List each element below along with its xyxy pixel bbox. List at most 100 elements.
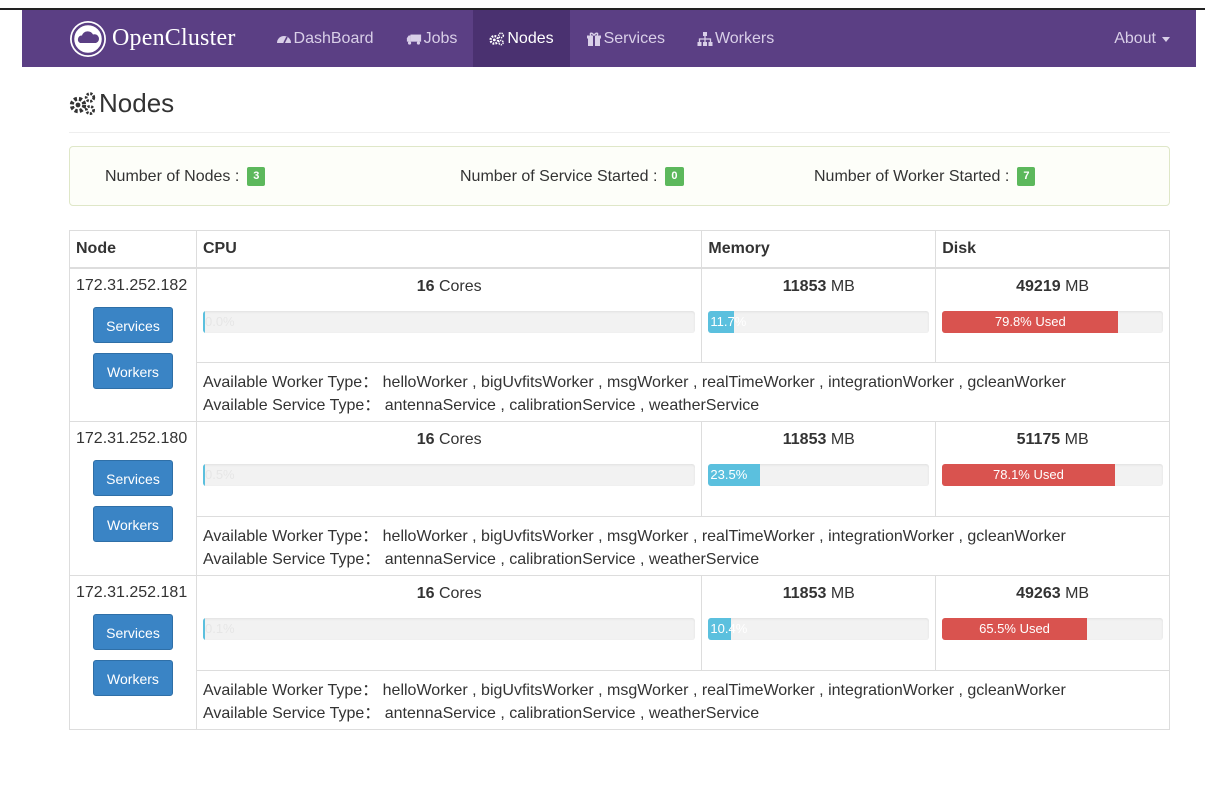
cpu-progress: 0.0% <box>202 310 696 333</box>
column-header-node: Node <box>69 230 197 269</box>
memory-progress-bar: 23.5% <box>708 464 761 486</box>
node-cell: 172.31.252.180 Services Workers <box>69 421 197 576</box>
cpu-progress-bar: 0.0% <box>202 310 235 333</box>
column-header-disk: Disk <box>935 230 1170 269</box>
memory-progress-bar: 10.4% <box>708 618 747 640</box>
workers-button[interactable]: Workers <box>92 352 173 389</box>
worker-count-badge: 7 <box>1017 167 1036 186</box>
memory-unit: MB <box>826 585 855 602</box>
about-dropdown[interactable]: About <box>1114 10 1170 67</box>
dashboard-icon <box>276 31 292 47</box>
worker-count-stat: Number of Worker Started : 7 <box>814 167 1036 186</box>
worker-types-list: helloWorker , bigUvfitsWorker , msgWorke… <box>382 528 1066 545</box>
memory-progress: 11.7% <box>708 310 930 333</box>
navbar: OpenCluster DashBoard Jobs Nodes Service… <box>22 10 1196 67</box>
worker-types-label: Available Worker Type： <box>202 682 379 699</box>
cpu-cell: 16 Cores 0.1% <box>195 575 703 671</box>
node-ip: 172.31.252.180 <box>76 430 188 447</box>
nav-item-label: DashBoard <box>293 29 374 47</box>
disk-value: 49219 <box>1016 277 1061 295</box>
nav-item-nodes[interactable]: Nodes <box>473 10 570 67</box>
cogs-icon <box>489 31 505 47</box>
memory-total: 11853 MB <box>708 430 929 450</box>
cpu-cell: 16 Cores 0.0% <box>195 267 703 363</box>
memory-total: 11853 MB <box>708 584 929 604</box>
column-header-memory: Memory <box>701 230 937 269</box>
brand-link[interactable]: OpenCluster <box>70 10 236 67</box>
summary-panel: Number of Nodes : 3 Number of Service St… <box>69 146 1170 206</box>
worker-count-label: Number of Worker Started : <box>814 167 1010 185</box>
node-ip: 172.31.252.182 <box>76 276 188 294</box>
node-types-row: Available Worker Type： helloWorker , big… <box>70 670 1171 730</box>
service-count-stat: Number of Service Started : 0 <box>460 167 684 186</box>
nav-item-label: Workers <box>714 29 775 47</box>
nav-item-jobs[interactable]: Jobs <box>390 10 474 67</box>
service-types-list: antennaService , calibrationService , we… <box>384 705 760 722</box>
cpu-cell: 16 Cores 0.5% <box>195 421 703 517</box>
nav-item-label: Jobs <box>423 29 458 47</box>
cpu-cores: 16 Cores <box>203 584 695 604</box>
cpu-cores-unit: Cores <box>434 585 482 602</box>
node-stats-row: 172.31.252.182 Services Workers 16 Cores… <box>69 267 1170 422</box>
disk-total: 51175 MB <box>942 430 1163 450</box>
services-button[interactable]: Services <box>92 614 173 650</box>
service-count-label: Number of Service Started : <box>460 167 658 185</box>
disk-unit: MB <box>1060 277 1090 295</box>
cpu-cores-unit: Cores <box>434 277 482 295</box>
worker-types-list: helloWorker , bigUvfitsWorker , msgWorke… <box>382 374 1066 391</box>
cpu-progress-bar: 0.1% <box>202 618 235 640</box>
memory-total: 11853 MB <box>708 277 929 297</box>
worker-types: Available Worker Type： helloWorker , big… <box>203 525 1163 548</box>
worker-types-list: helloWorker , bigUvfitsWorker , msgWorke… <box>382 682 1066 699</box>
memory-unit: MB <box>826 277 855 295</box>
disk-progress: 78.1% Used <box>942 464 1163 486</box>
cpu-cores-value: 16 <box>416 585 435 602</box>
memory-unit: MB <box>826 431 855 448</box>
disk-progress: 79.8% Used <box>942 310 1163 333</box>
memory-value: 11853 <box>782 431 827 448</box>
node-cell: 172.31.252.181 Services Workers <box>69 575 197 730</box>
page-title: Nodes <box>69 88 174 119</box>
service-types-label: Available Service Type： <box>202 551 381 568</box>
main-nav: DashBoard Jobs Nodes Services Workers <box>260 10 791 67</box>
cloud-logo-icon <box>70 20 106 57</box>
disk-progress-bar: 78.1% Used <box>942 464 1115 486</box>
service-types-label: Available Service Type： <box>202 397 381 414</box>
cpu-progress-bar: 0.5% <box>202 464 235 486</box>
about-label: About <box>1114 29 1156 47</box>
nav-item-label: Nodes <box>507 29 554 47</box>
cogs-icon <box>69 91 97 117</box>
memory-cell: 11853 MB 11.7% <box>701 267 937 363</box>
nodes-count-badge: 3 <box>247 167 266 186</box>
nav-item-dashboard[interactable]: DashBoard <box>260 10 390 67</box>
service-count-badge: 0 <box>665 167 684 186</box>
disk-cell: 49219 MB 79.8% Used <box>935 267 1170 363</box>
services-button[interactable]: Services <box>92 306 173 343</box>
service-types: Available Service Type： antennaService ,… <box>203 394 1163 417</box>
disk-cell: 49263 MB 65.5% Used <box>935 575 1170 671</box>
service-types-list: antennaService , calibrationService , we… <box>384 551 760 568</box>
nodes-table: Node CPU Memory Disk 172.31.252.182 Serv… <box>69 230 1171 730</box>
cpu-progress: 0.1% <box>202 618 696 640</box>
page-title-text: Nodes <box>99 88 175 118</box>
workers-button[interactable]: Workers <box>92 506 173 542</box>
memory-progress-bar: 11.7% <box>708 310 746 333</box>
disk-value: 49263 <box>1016 585 1061 602</box>
disk-total: 49219 MB <box>942 277 1163 297</box>
services-button[interactable]: Services <box>92 460 173 496</box>
node-types-row: Available Worker Type： helloWorker , big… <box>70 516 1171 576</box>
memory-progress: 10.4% <box>708 618 930 640</box>
disk-unit: MB <box>1060 431 1089 448</box>
cpu-cores-value: 16 <box>416 431 435 448</box>
disk-value: 51175 <box>1016 431 1061 448</box>
nav-item-services[interactable]: Services <box>570 10 681 67</box>
nav-item-workers[interactable]: Workers <box>681 10 790 67</box>
cpu-cores: 16 Cores <box>203 277 695 297</box>
disk-total: 49263 MB <box>942 584 1163 604</box>
node-stats-row: 172.31.252.180 Services Workers 16 Cores… <box>69 421 1170 576</box>
cpu-cores: 16 Cores <box>203 430 695 450</box>
workers-button[interactable]: Workers <box>92 660 173 696</box>
memory-value: 11853 <box>782 585 827 602</box>
service-types-list: antennaService , calibrationService , we… <box>384 397 760 414</box>
sitemap-icon <box>697 31 713 47</box>
